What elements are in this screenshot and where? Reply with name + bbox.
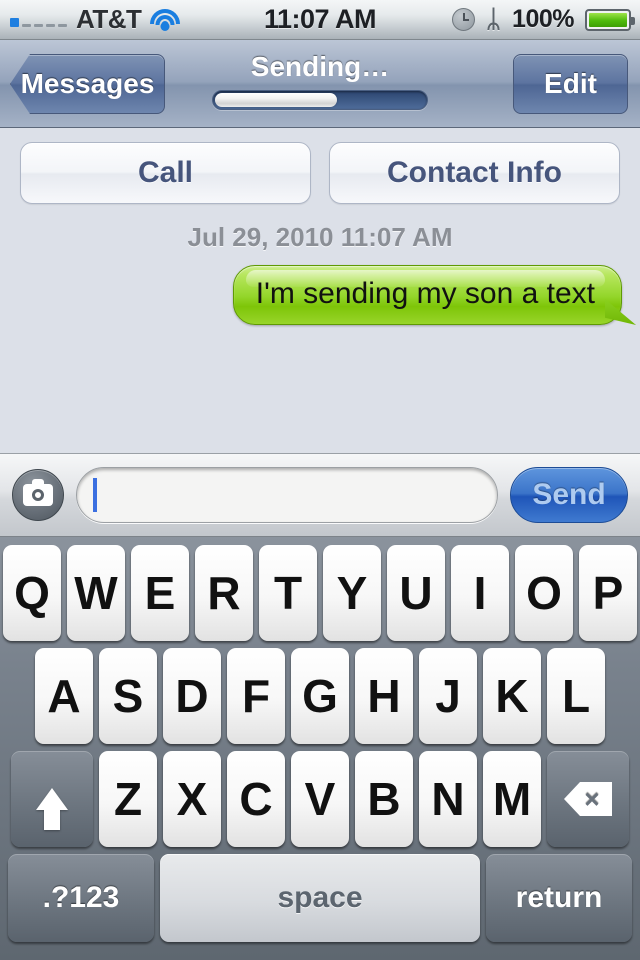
key-t[interactable]: T: [259, 545, 317, 641]
contact-info-button[interactable]: Contact Info: [329, 142, 620, 204]
key-l[interactable]: L: [547, 648, 605, 744]
sending-progress-bar: [212, 90, 428, 110]
edit-button[interactable]: Edit: [513, 54, 628, 114]
send-button[interactable]: Send: [510, 467, 628, 523]
shift-key[interactable]: [11, 751, 93, 847]
clock-icon: [452, 8, 476, 31]
key-v[interactable]: V: [291, 751, 349, 847]
delete-backspace-icon: ×: [564, 782, 612, 816]
key-x[interactable]: X: [163, 751, 221, 847]
key-c[interactable]: C: [227, 751, 285, 847]
carrier-label: AT&T: [76, 4, 142, 34]
battery-icon: [585, 8, 635, 31]
nav-title-area: Sending…: [200, 50, 440, 110]
delete-x-glyph: ×: [584, 784, 600, 814]
status-bar-right: ᛦ 100%: [425, 5, 640, 34]
key-r[interactable]: R: [195, 545, 253, 641]
delete-key[interactable]: ×: [547, 751, 629, 847]
conversation-action-row: Call Contact Info: [0, 128, 640, 204]
key-o[interactable]: O: [515, 545, 573, 641]
numbers-key[interactable]: .?123: [8, 854, 154, 942]
iphone-screen: AT&T 11:07 AM ᛦ 100% Messages Sending… E…: [0, 0, 640, 960]
keyboard-row-4: .?123 space return: [0, 854, 640, 942]
keyboard-row-2: ASDFGHJKL: [0, 648, 640, 744]
key-f[interactable]: F: [227, 648, 285, 744]
bluetooth-icon: ᛦ: [486, 5, 502, 33]
key-y[interactable]: Y: [323, 545, 381, 641]
return-key[interactable]: return: [486, 854, 632, 942]
message-bubble-outgoing[interactable]: I'm sending my son a text: [232, 265, 622, 325]
key-d[interactable]: D: [163, 648, 221, 744]
key-z[interactable]: Z: [99, 751, 157, 847]
key-g[interactable]: G: [291, 648, 349, 744]
wifi-icon: [150, 8, 181, 31]
key-k[interactable]: K: [483, 648, 541, 744]
onscreen-keyboard: QWERTYUIOP ASDFGHJKL ZXCVBNM × .?123 spa…: [0, 537, 640, 960]
message-text: I'm sending my son a text: [255, 277, 595, 310]
key-m[interactable]: M: [483, 751, 541, 847]
call-button[interactable]: Call: [20, 142, 311, 204]
key-n[interactable]: N: [419, 751, 477, 847]
back-button-messages[interactable]: Messages: [10, 54, 165, 114]
key-a[interactable]: A: [35, 648, 93, 744]
navigation-bar: Messages Sending… Edit: [0, 40, 640, 128]
key-h[interactable]: H: [355, 648, 413, 744]
key-w[interactable]: W: [67, 545, 125, 641]
key-s[interactable]: S: [99, 648, 157, 744]
shift-arrow-icon: [36, 788, 68, 830]
keyboard-row-3: ZXCVBNM ×: [0, 751, 640, 847]
message-input-toolbar: Send: [0, 453, 640, 537]
status-bar: AT&T 11:07 AM ᛦ 100%: [0, 0, 640, 40]
message-input-field[interactable]: [76, 467, 498, 523]
key-j[interactable]: J: [419, 648, 477, 744]
status-bar-left: AT&T: [0, 4, 215, 35]
key-b[interactable]: B: [355, 751, 413, 847]
message-row-outgoing: I'm sending my son a text: [0, 265, 640, 325]
signal-strength-icon: [10, 13, 67, 27]
key-p[interactable]: P: [579, 545, 637, 641]
status-bar-time: 11:07 AM: [263, 4, 377, 34]
conversation-scroll-area[interactable]: Call Contact Info Jul 29, 2010 11:07 AM …: [0, 128, 640, 453]
battery-percent-label: 100%: [512, 5, 574, 33]
key-q[interactable]: Q: [3, 545, 61, 641]
text-cursor: [93, 478, 97, 512]
key-u[interactable]: U: [387, 545, 445, 641]
message-timestamp: Jul 29, 2010 11:07 AM: [187, 222, 453, 252]
sending-status-label: Sending…: [250, 51, 390, 82]
key-i[interactable]: I: [451, 545, 509, 641]
sending-progress-fill: [215, 93, 337, 107]
keyboard-row-1: QWERTYUIOP: [0, 545, 640, 641]
camera-icon[interactable]: [12, 469, 64, 521]
key-e[interactable]: E: [131, 545, 189, 641]
space-key[interactable]: space: [160, 854, 480, 942]
